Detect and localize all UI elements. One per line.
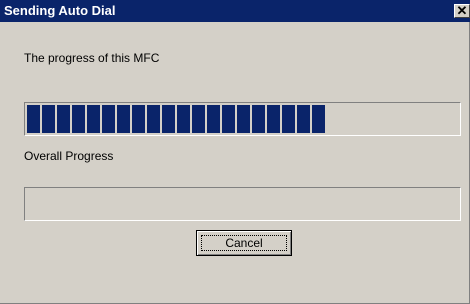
progress-chunk [42,105,55,133]
progress-chunk [87,105,100,133]
progress-chunk [252,105,265,133]
overall-progress-fill [26,189,459,219]
progress-chunk [132,105,145,133]
progress-chunk [267,105,280,133]
cancel-button-label: Cancel [225,236,263,250]
task-progress-label: The progress of this MFC [24,51,160,65]
close-icon: ✕ [456,3,468,18]
progress-chunk [192,105,205,133]
auto-dial-dialog: Sending Auto Dial ✕ The progress of this… [0,0,470,304]
overall-progress-label: Overall Progress [24,149,114,163]
progress-chunk [297,105,310,133]
progress-chunk [147,105,160,133]
progress-chunk [237,105,250,133]
task-progress-bar [24,102,461,136]
progress-chunk [72,105,85,133]
progress-chunk [282,105,295,133]
task-progress-fill [26,104,459,134]
window-title: Sending Auto Dial [4,3,116,18]
progress-chunk [222,105,235,133]
progress-chunk [117,105,130,133]
progress-chunk [27,105,40,133]
progress-chunk [102,105,115,133]
close-button[interactable]: ✕ [454,4,470,18]
progress-chunk [177,105,190,133]
progress-chunk [57,105,70,133]
progress-chunk [207,105,220,133]
progress-chunk [312,105,325,133]
cancel-button[interactable]: Cancel [196,230,292,256]
overall-progress-bar [24,187,461,221]
progress-chunk [162,105,175,133]
title-bar[interactable]: Sending Auto Dial ✕ [0,0,470,22]
